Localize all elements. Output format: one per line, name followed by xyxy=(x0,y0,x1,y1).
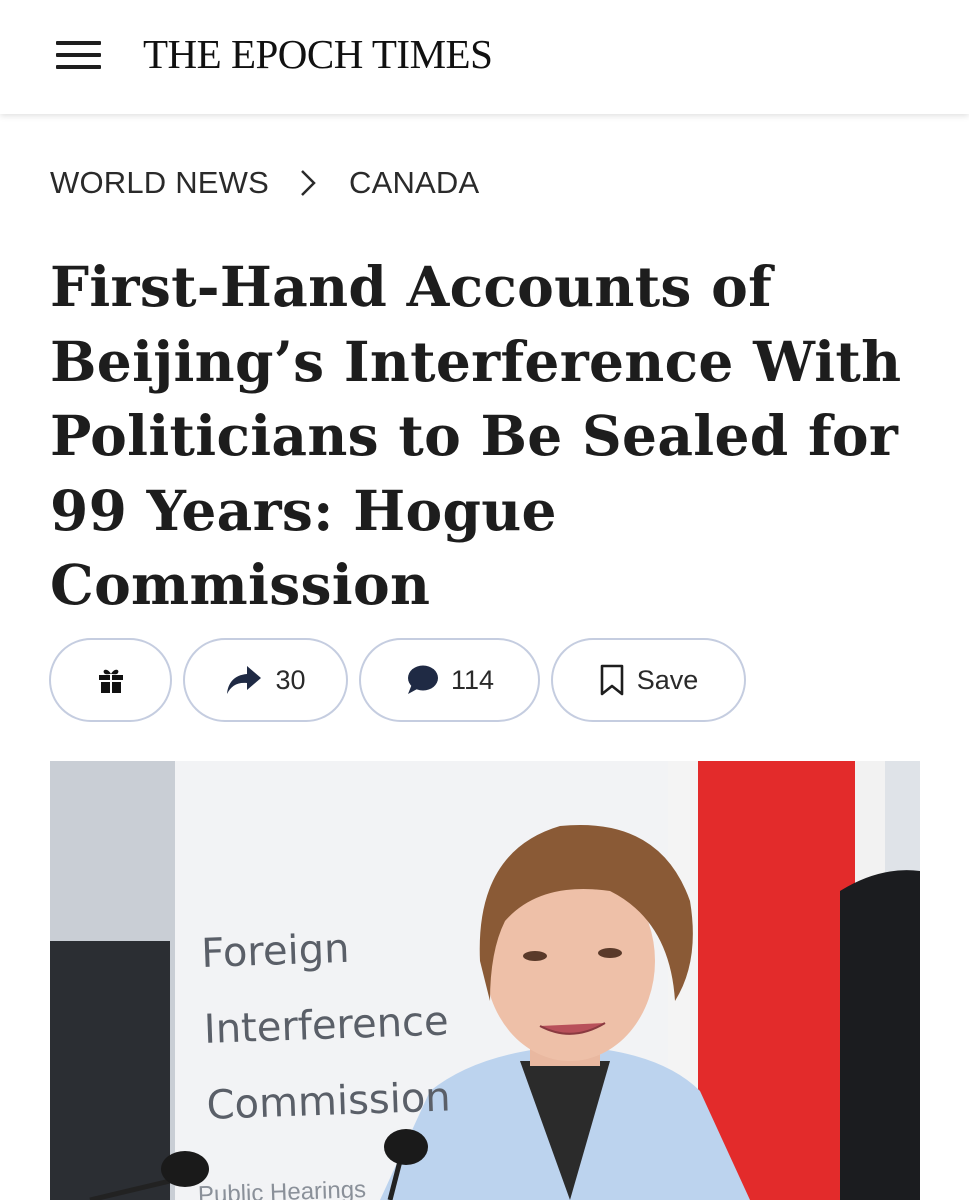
share-arrow-icon xyxy=(227,666,262,694)
breadcrumb-canada[interactable]: CANADA xyxy=(349,165,479,201)
save-button[interactable]: Save xyxy=(551,638,746,722)
breadcrumb: WORLD NEWS CANADA xyxy=(50,163,479,203)
top-navigation-bar: THE EPOCH TIMES xyxy=(0,0,969,114)
hamburger-menu-icon[interactable] xyxy=(52,36,106,76)
headline-line: 99 Years: Hogue xyxy=(50,477,557,543)
comment-bubble-icon xyxy=(407,665,438,694)
article-headline: First-Hand Accounts of Beijing’s Interfe… xyxy=(50,250,930,623)
headline-line: Beijing’s Interference With xyxy=(50,328,902,394)
headline-line: First-Hand Accounts of xyxy=(50,254,773,319)
breadcrumb-world-news[interactable]: WORLD NEWS xyxy=(50,165,269,201)
gift-icon xyxy=(98,669,123,693)
comment-count: 114 xyxy=(450,664,495,695)
chevron-right-icon xyxy=(269,163,349,203)
gift-button[interactable] xyxy=(49,638,172,722)
bookmark-icon xyxy=(600,664,624,696)
comments-button[interactable]: 114 xyxy=(359,638,540,722)
headline-line: Commission xyxy=(50,552,431,617)
save-label: Save xyxy=(636,664,699,695)
headline-line: Politicians to Be Sealed for xyxy=(50,403,899,468)
share-count: 30 xyxy=(275,664,306,695)
sign-text: Foreign Interference Commission xyxy=(200,907,453,1143)
article-hero-photo[interactable]: Foreign Interference Commission Public H… xyxy=(50,761,920,1200)
hero-photo-illustration xyxy=(50,761,920,1200)
site-logo[interactable]: THE EPOCH TIMES xyxy=(143,30,493,78)
sign-line: Commission xyxy=(205,1074,452,1129)
share-button[interactable]: 30 xyxy=(183,638,348,722)
sign-line: Interference xyxy=(203,998,450,1053)
sign-line: Foreign xyxy=(200,925,351,977)
